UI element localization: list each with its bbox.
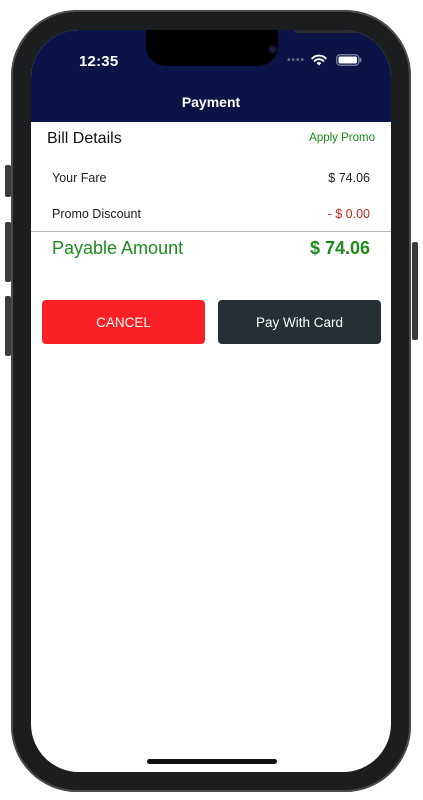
wifi-icon [311,54,327,66]
payable-amount-value: $ 74.06 [309,238,370,258]
device-canvas: 12:35 •••• Payment Bill Details Apply Pr… [0,0,423,800]
apply-promo-link[interactable]: Apply Promo [309,132,375,144]
bill-details-heading: Bill Details [47,130,122,147]
battery-icon [336,54,362,66]
navigation-header: 12:35 •••• Payment [31,30,391,122]
home-indicator[interactable] [147,759,277,764]
app-screen: 12:35 •••• Payment Bill Details Apply Pr… [31,30,391,772]
your-fare-value: $ 74.06 [328,171,370,185]
pay-with-card-button[interactable]: Pay With Card [218,300,381,344]
status-time: 12:35 [79,53,119,70]
phone-frame: 12:35 •••• Payment Bill Details Apply Pr… [11,10,411,792]
speaker-grille [294,30,360,33]
promo-discount-value: - $ 0.00 [327,207,370,221]
promo-discount-label: Promo Discount [52,207,141,221]
your-fare-label: Your Fare [52,171,107,185]
page-title: Payment [181,94,241,110]
payable-amount-label: Payable Amount [52,238,184,258]
dynamic-notch [146,30,360,66]
cancel-button[interactable]: CANCEL [42,300,205,344]
camera-icon [268,45,277,54]
signal-dots-icon: •••• [287,55,306,66]
power-side-button [412,242,418,340]
bill-divider [31,231,391,232]
